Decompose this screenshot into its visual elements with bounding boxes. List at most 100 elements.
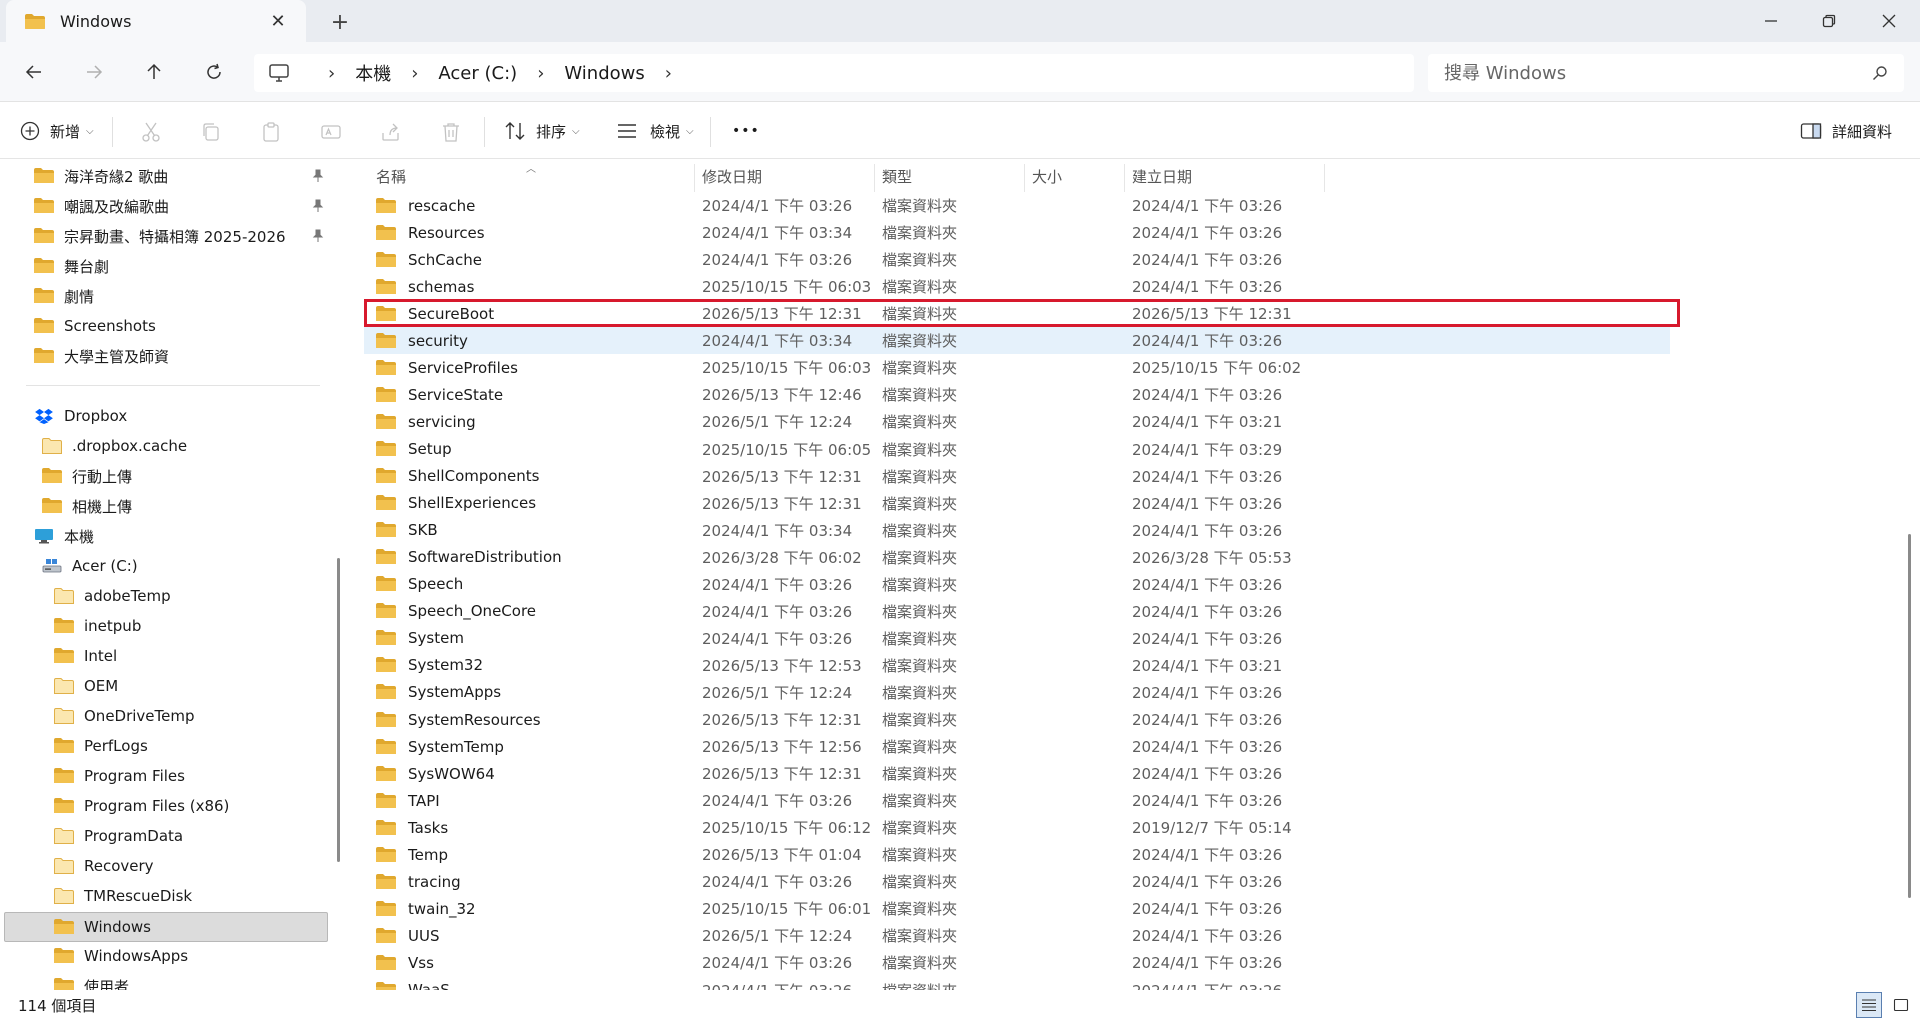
file-row[interactable]: Resources 2024/4/1 下午 03:34 檔案資料夾 2024/4/1 … [364,219,1670,246]
column-divider[interactable] [1124,164,1125,192]
file-row[interactable]: Setup 2025/10/15 下午 06:05 檔案資料夾 2024/4/1 下午… [364,436,1670,463]
file-row[interactable]: TAPI 2024/4/1 下午 03:26 檔案資料夾 2024/4/1 下午 03… [364,787,1670,814]
close-tab-icon[interactable]: ✕ [264,7,292,35]
file-row[interactable]: SystemApps 2026/5/1 下午 12:24 檔案資料夾 2024/4/1… [364,679,1670,706]
new-tab-button[interactable]: + [324,8,356,36]
file-row[interactable]: ShellComponents 2026/5/13 下午 12:31 檔案資料夾 20… [364,463,1670,490]
file-row[interactable]: twain_32 2025/10/15 下午 06:01 檔案資料夾 2024/4/1… [364,895,1670,922]
sidebar-item-windows[interactable]: Windows [54,913,151,941]
sidebar-item-folder[interactable]: inetpub [54,612,141,640]
forward-button[interactable] [74,54,114,90]
file-row[interactable]: SchCache 2024/4/1 下午 03:26 檔案資料夾 2024/4/1 下… [364,246,1670,273]
file-row[interactable]: SystemTemp 2026/5/13 下午 12:56 檔案資料夾 2024/4/… [364,733,1670,760]
file-list-scrollbar[interactable] [1908,534,1911,898]
close-window-button[interactable] [1860,0,1918,42]
column-header-name[interactable]: 名稱 [376,160,406,192]
sidebar-item-folder[interactable]: Program Files (x86) [54,792,229,820]
sidebar-item-folder[interactable]: 劇情 [34,282,94,310]
column-divider[interactable] [694,164,695,192]
file-row[interactable]: ServiceState 2026/5/13 下午 12:46 檔案資料夾 2024/… [364,381,1670,408]
file-row[interactable]: Vss 2024/4/1 下午 03:26 檔案資料夾 2024/4/1 下午 03:… [364,949,1670,976]
sidebar-scrollbar[interactable] [337,558,340,862]
breadcrumb-separator[interactable]: › [328,63,335,84]
details-pane-button[interactable]: 詳細資料 [1800,113,1892,149]
column-header-created[interactable]: 建立日期 [1132,160,1192,192]
pin-icon[interactable] [310,198,326,214]
refresh-button[interactable] [194,54,234,90]
sidebar-item-folder[interactable]: ProgramData [54,822,183,850]
file-row[interactable]: Speech 2024/4/1 下午 03:26 檔案資料夾 2024/4/1 下午 … [364,571,1670,598]
column-header-type[interactable]: 類型 [882,160,912,192]
cut-icon[interactable] [140,121,162,143]
sidebar-item-dropbox[interactable]: Dropbox [34,402,127,430]
sidebar-item-pinned[interactable]: 嘲諷及改編歌曲 [34,192,169,220]
more-options-button[interactable]: ••• [732,113,760,149]
search-input[interactable] [1444,62,1872,84]
file-row[interactable]: security 2024/4/1 下午 03:34 檔案資料夾 2024/4/1 下… [364,327,1670,355]
file-row[interactable]: schemas 2025/10/15 下午 06:03 檔案資料夾 2024/4/1 … [364,273,1670,300]
file-row[interactable]: UUS 2026/5/1 下午 12:24 檔案資料夾 2024/4/1 下午 03:… [364,922,1670,949]
paste-icon[interactable] [260,121,282,143]
file-row[interactable]: servicing 2026/5/1 下午 12:24 檔案資料夾 2024/4/1 … [364,408,1670,435]
breadcrumb-this-pc[interactable]: 本機 [355,60,391,86]
file-row[interactable]: Temp 2026/5/13 下午 01:04 檔案資料夾 2024/4/1 下午 0… [364,841,1670,868]
column-header-modified[interactable]: 修改日期 [702,160,762,192]
file-row[interactable]: Tasks 2025/10/15 下午 06:12 檔案資料夾 2019/12/7 下… [364,814,1670,841]
sidebar-item-dropbox-child[interactable]: 相機上傳 [42,492,132,520]
file-row[interactable]: ServiceProfiles 2025/10/15 下午 06:03 檔案資料夾 2… [364,354,1670,381]
file-row[interactable]: rescache 2024/4/1 下午 03:26 檔案資料夾 2024/4/1 下… [364,192,1670,219]
column-divider[interactable] [1024,164,1025,192]
file-row[interactable]: tracing 2024/4/1 下午 03:26 檔案資料夾 2024/4/1 下午… [364,868,1670,895]
minimize-button[interactable] [1742,0,1800,42]
file-row[interactable]: SysWOW64 2026/5/13 下午 12:31 檔案資料夾 2024/4/1 … [364,760,1670,787]
sidebar-item-this-pc[interactable]: 本機 [34,522,94,550]
pin-icon[interactable] [310,168,326,184]
pin-icon[interactable] [310,228,326,244]
share-icon[interactable] [380,121,402,143]
sidebar-item-folder[interactable]: 舞台劇 [34,252,109,280]
sidebar-item-folder[interactable]: PerfLogs [54,732,148,760]
sidebar-item-folder[interactable]: Program Files [54,762,185,790]
new-button[interactable]: 新增 ⌵ [20,113,94,149]
sidebar-item-folder[interactable]: TMRescueDisk [54,882,192,910]
view-button[interactable]: 檢視 ⌵ [616,113,694,149]
sidebar-item-drive[interactable]: Acer (C:) [42,552,138,580]
sidebar-item-folder[interactable]: OneDriveTemp [54,702,195,730]
file-row[interactable]: SKB 2024/4/1 下午 03:34 檔案資料夾 2024/4/1 下午 03:… [364,517,1670,544]
file-row[interactable]: Speech_OneCore 2024/4/1 下午 03:26 檔案資料夾 2024… [364,598,1670,625]
sidebar-item-pinned[interactable]: 海洋奇緣2 歌曲 [34,162,168,190]
column-header-size[interactable]: 大小 [1032,160,1062,192]
sidebar-item-folder[interactable]: OEM [54,672,118,700]
rename-icon[interactable] [320,121,342,143]
back-button[interactable] [14,54,54,90]
sidebar-item-folder[interactable]: 使用者 [54,972,129,990]
sidebar-item-folder[interactable]: Recovery [54,852,154,880]
breadcrumb-separator[interactable]: › [537,63,544,84]
tiles-view-button[interactable] [1888,992,1914,1018]
search-box[interactable] [1428,54,1904,92]
file-row[interactable]: SoftwareDistribution 2026/3/28 下午 06:02 檔案… [364,544,1670,571]
tab-windows[interactable]: Windows ✕ [6,0,306,42]
breadcrumb-windows[interactable]: Windows [564,63,644,84]
sidebar-item-folder[interactable]: adobeTemp [54,582,171,610]
restore-button[interactable] [1800,0,1858,42]
column-divider[interactable] [874,164,875,192]
sidebar-item-dropbox-child[interactable]: 行動上傳 [42,462,132,490]
sidebar-item-folder[interactable]: Intel [54,642,117,670]
copy-icon[interactable] [200,121,222,143]
file-row[interactable]: System32 2026/5/13 下午 12:53 檔案資料夾 2024/4/1 … [364,652,1670,679]
breadcrumb-separator[interactable]: › [411,63,418,84]
breadcrumb-separator[interactable]: › [665,63,672,84]
sidebar-item-folder[interactable]: Screenshots [34,312,156,340]
file-row[interactable]: System 2024/4/1 下午 03:26 檔案資料夾 2024/4/1 下午 … [364,625,1670,652]
delete-icon[interactable] [440,121,462,143]
file-row[interactable]: ShellExperiences 2026/5/13 下午 12:31 檔案資料夾 2… [364,490,1670,517]
sidebar-item-folder[interactable]: WindowsApps [54,942,188,970]
file-row[interactable]: SystemResources 2026/5/13 下午 12:31 檔案資料夾 20… [364,706,1670,733]
sidebar-item-folder[interactable]: 大學主管及師資 [34,342,169,370]
sidebar-item-pinned[interactable]: 宗昇動畫、特攝相簿 2025-2026 [34,222,286,250]
column-divider[interactable] [1324,164,1325,192]
file-row[interactable]: WaaS 2024/4/1 下午 03:26 檔案資料夾 2024/4/1 下午 03… [364,977,1670,990]
sort-button[interactable]: 排序 ⌵ [504,113,580,149]
address-field[interactable]: › 本機 › Acer (C:) › Windows › [254,54,1414,92]
